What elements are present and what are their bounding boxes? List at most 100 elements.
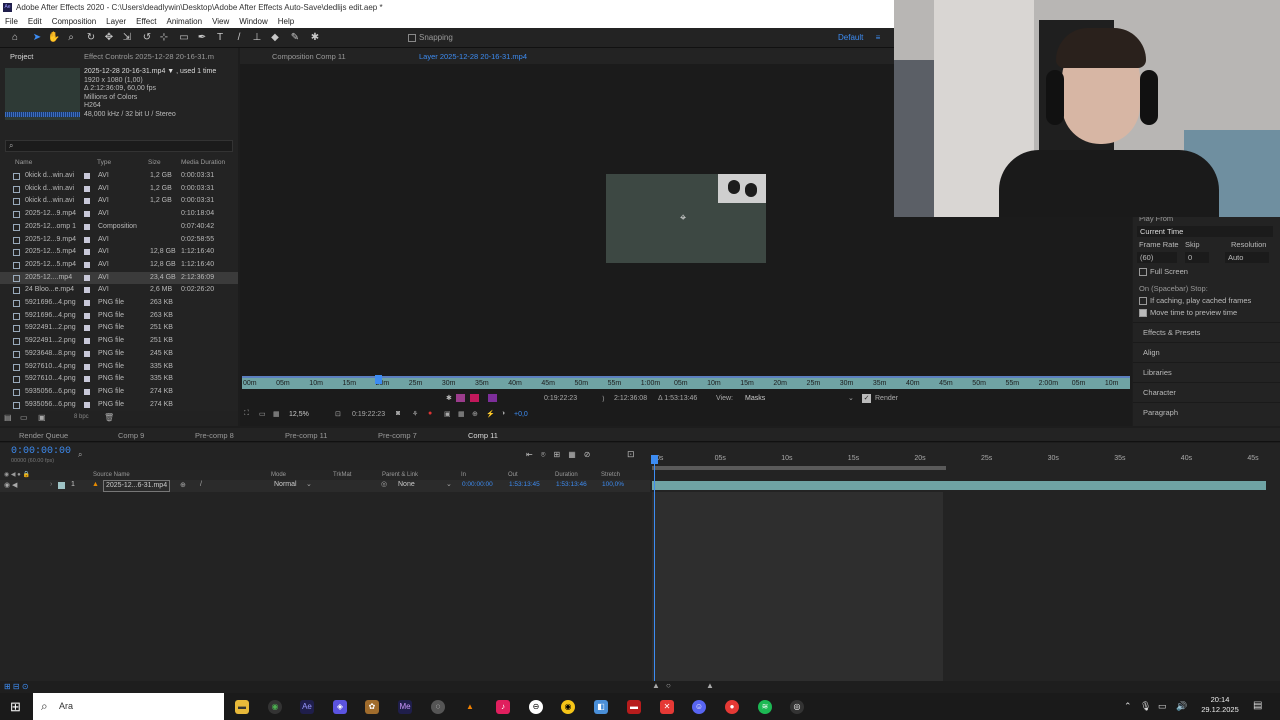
rotate-tool-icon[interactable]: ↺ bbox=[140, 31, 154, 45]
maps-icon[interactable]: ◉ bbox=[561, 700, 575, 714]
item-label-color[interactable] bbox=[84, 274, 90, 281]
col-mode[interactable]: Mode bbox=[271, 472, 286, 478]
network-icon[interactable]: ▭ bbox=[1158, 701, 1167, 712]
timeline-layer-row[interactable]: ◉ ◀ › 1 ▲ 2025-12...6-31.mp4 ⊕ / Normal … bbox=[0, 480, 650, 492]
layer-name[interactable]: 2025-12...6-31.mp4 bbox=[103, 480, 171, 492]
project-item[interactable]: 5935056...6.png PNG file 274 KB bbox=[0, 399, 238, 412]
project-item[interactable]: 5922491...2.png PNG file 251 KB bbox=[0, 335, 238, 348]
file-explorer-icon[interactable]: ▬ bbox=[235, 700, 249, 714]
3d-view-icon[interactable]: ⊕ bbox=[472, 410, 478, 418]
layer-shy-icon[interactable]: ⊕ bbox=[180, 481, 186, 489]
tab-render-queue[interactable]: Render Queue bbox=[19, 431, 68, 440]
full-screen-checkbox[interactable] bbox=[1139, 268, 1147, 276]
timeline-current-time[interactable]: 0:00:00:00 bbox=[11, 446, 71, 457]
media-encoder-icon[interactable]: Me bbox=[398, 700, 412, 714]
new-comp-icon[interactable]: ▣ bbox=[38, 413, 46, 422]
item-label-color[interactable] bbox=[84, 223, 90, 230]
layer-quality-icon[interactable]: / bbox=[200, 481, 202, 488]
zoom-slider-icon[interactable]: ○ bbox=[666, 681, 671, 690]
layer-label-color[interactable] bbox=[58, 482, 65, 489]
project-item[interactable]: 5921696...4.png PNG file 263 KB bbox=[0, 297, 238, 310]
chevron-down-icon[interactable]: ⌄ bbox=[848, 394, 854, 402]
in-time[interactable]: 0:19:22:23 bbox=[544, 395, 577, 402]
timeline-playhead[interactable] bbox=[651, 455, 658, 464]
av-switches-icon[interactable]: ◉ ◀ ● 🔒 bbox=[4, 471, 30, 478]
move-time-checkbox[interactable] bbox=[1139, 309, 1147, 317]
resolution-select[interactable]: Auto bbox=[1225, 252, 1269, 263]
layer-expand-icon[interactable]: › bbox=[50, 481, 52, 488]
home-icon[interactable]: ⌂ bbox=[8, 31, 22, 45]
taskbar-clock[interactable]: 20:14 29.12.2025 bbox=[1192, 695, 1248, 715]
libraries-panel[interactable]: Libraries bbox=[1133, 362, 1280, 382]
app-icon-blue[interactable]: ◧ bbox=[594, 700, 608, 714]
project-item[interactable]: 2025-12...9.mp4 AVI 0:10:18:04 bbox=[0, 208, 238, 221]
project-item[interactable]: 2025-12...9.mp4 AVI 0:02:58:55 bbox=[0, 234, 238, 247]
pen-tool-icon[interactable]: ✒ bbox=[195, 31, 209, 45]
menu-window[interactable]: Window bbox=[234, 15, 272, 28]
workspace-menu-icon[interactable]: ≡ bbox=[876, 33, 881, 42]
tab-comp-11[interactable]: Comp 11 bbox=[468, 431, 498, 440]
timeline-search-icon[interactable]: ⌕ bbox=[78, 450, 82, 460]
roto-brush-icon[interactable]: ✎ bbox=[288, 31, 302, 45]
col-name[interactable]: Name bbox=[15, 159, 32, 166]
marker-icon[interactable] bbox=[456, 394, 465, 402]
toggle-switches-icon[interactable]: ⊞ ⊟ ⊙ bbox=[4, 682, 29, 691]
item-label-color[interactable] bbox=[84, 338, 90, 345]
project-item[interactable]: 5927610...4.png PNG file 335 KB bbox=[0, 361, 238, 374]
project-item[interactable]: 5921696...4.png PNG file 263 KB bbox=[0, 310, 238, 323]
in-point-icon[interactable]: ✱ bbox=[446, 394, 452, 402]
col-in[interactable]: In bbox=[461, 472, 466, 478]
zoom-out-icon[interactable]: ▲ bbox=[652, 681, 660, 690]
project-item[interactable]: 0kick d...win.avi AVI 1,2 GB 0:00:03:31 bbox=[0, 170, 238, 183]
tab-pre-comp-8[interactable]: Pre-comp 8 bbox=[195, 431, 234, 440]
item-label-color[interactable] bbox=[84, 236, 90, 243]
move-tool-icon[interactable]: ✥ bbox=[102, 31, 116, 45]
character-panel[interactable]: Character bbox=[1133, 382, 1280, 402]
layer-playhead[interactable] bbox=[375, 375, 382, 384]
show-snapshot-icon[interactable]: ⚘ bbox=[412, 410, 418, 418]
project-item[interactable]: 5922491...2.png PNG file 251 KB bbox=[0, 322, 238, 335]
zoom-select[interactable]: 12,5% bbox=[289, 411, 309, 418]
orbit-tool-icon[interactable]: ↻ bbox=[84, 31, 98, 45]
project-item[interactable]: 0kick d...win.avi AVI 1,2 GB 0:00:03:31 bbox=[0, 195, 238, 208]
zoom-in-icon[interactable]: ▲ bbox=[706, 681, 714, 690]
item-label-color[interactable] bbox=[84, 350, 90, 357]
skip-input[interactable]: 0 bbox=[1185, 252, 1209, 263]
layer-in-time[interactable]: 0:00:00:00 bbox=[462, 481, 493, 488]
item-label-color[interactable] bbox=[84, 363, 90, 370]
mask-toggle-icon[interactable]: ▦ bbox=[273, 410, 280, 418]
item-label-color[interactable] bbox=[84, 198, 90, 205]
clone-stamp-icon[interactable]: ⊥ bbox=[250, 31, 264, 45]
exposure-value[interactable]: +0,0 bbox=[514, 411, 528, 418]
current-time[interactable]: 0:19:22:23 bbox=[352, 411, 385, 418]
tiktok-icon[interactable]: ♪ bbox=[496, 700, 510, 714]
col-source-name[interactable]: Source Name bbox=[93, 472, 130, 478]
align-panel[interactable]: Align bbox=[1133, 342, 1280, 362]
zoom-tool-icon[interactable]: ⌕ bbox=[64, 31, 78, 45]
mic-icon[interactable]: 🎙 bbox=[1140, 701, 1151, 712]
app-icon-rec[interactable]: ● bbox=[725, 700, 739, 714]
tab-comp-9[interactable]: Comp 9 bbox=[118, 431, 144, 440]
app-icon-dark[interactable]: ◎ bbox=[790, 700, 804, 714]
snapshot-icon[interactable]: ◙ bbox=[396, 410, 400, 417]
project-item[interactable]: 24 Bloo...e.mp4 AVI 2,6 MB 0:02:26:20 bbox=[0, 284, 238, 297]
vlc-icon[interactable]: ▲ bbox=[463, 700, 477, 714]
hand-tool-icon[interactable]: ✋ bbox=[47, 31, 61, 45]
effects-presets-panel[interactable]: Effects & Presets bbox=[1133, 322, 1280, 342]
timeline-time-ruler[interactable] bbox=[650, 452, 1272, 465]
item-label-color[interactable] bbox=[84, 300, 90, 306]
anchor-tool-icon[interactable]: ⊹ bbox=[157, 31, 171, 45]
volume-icon[interactable]: 🔊 bbox=[1176, 701, 1187, 712]
item-label-color[interactable] bbox=[84, 211, 90, 218]
menu-file[interactable]: File bbox=[0, 15, 23, 28]
spotify-icon[interactable]: ≋ bbox=[758, 700, 772, 714]
trash-icon[interactable]: 🗑 bbox=[104, 413, 114, 422]
snapping-toggle[interactable]: Snapping bbox=[408, 32, 453, 44]
project-search-input[interactable]: ⌕ bbox=[5, 140, 233, 152]
layer-visibility-icon[interactable]: ◉ ◀ bbox=[4, 481, 17, 489]
project-item[interactable]: 5935056...6.png PNG file 274 KB bbox=[0, 386, 238, 399]
resolution-icon[interactable]: ⊡ bbox=[335, 410, 341, 418]
menu-effect[interactable]: Effect bbox=[131, 15, 161, 28]
parent-pickwhip-icon[interactable]: ◎ bbox=[381, 480, 387, 488]
menu-edit[interactable]: Edit bbox=[23, 15, 47, 28]
